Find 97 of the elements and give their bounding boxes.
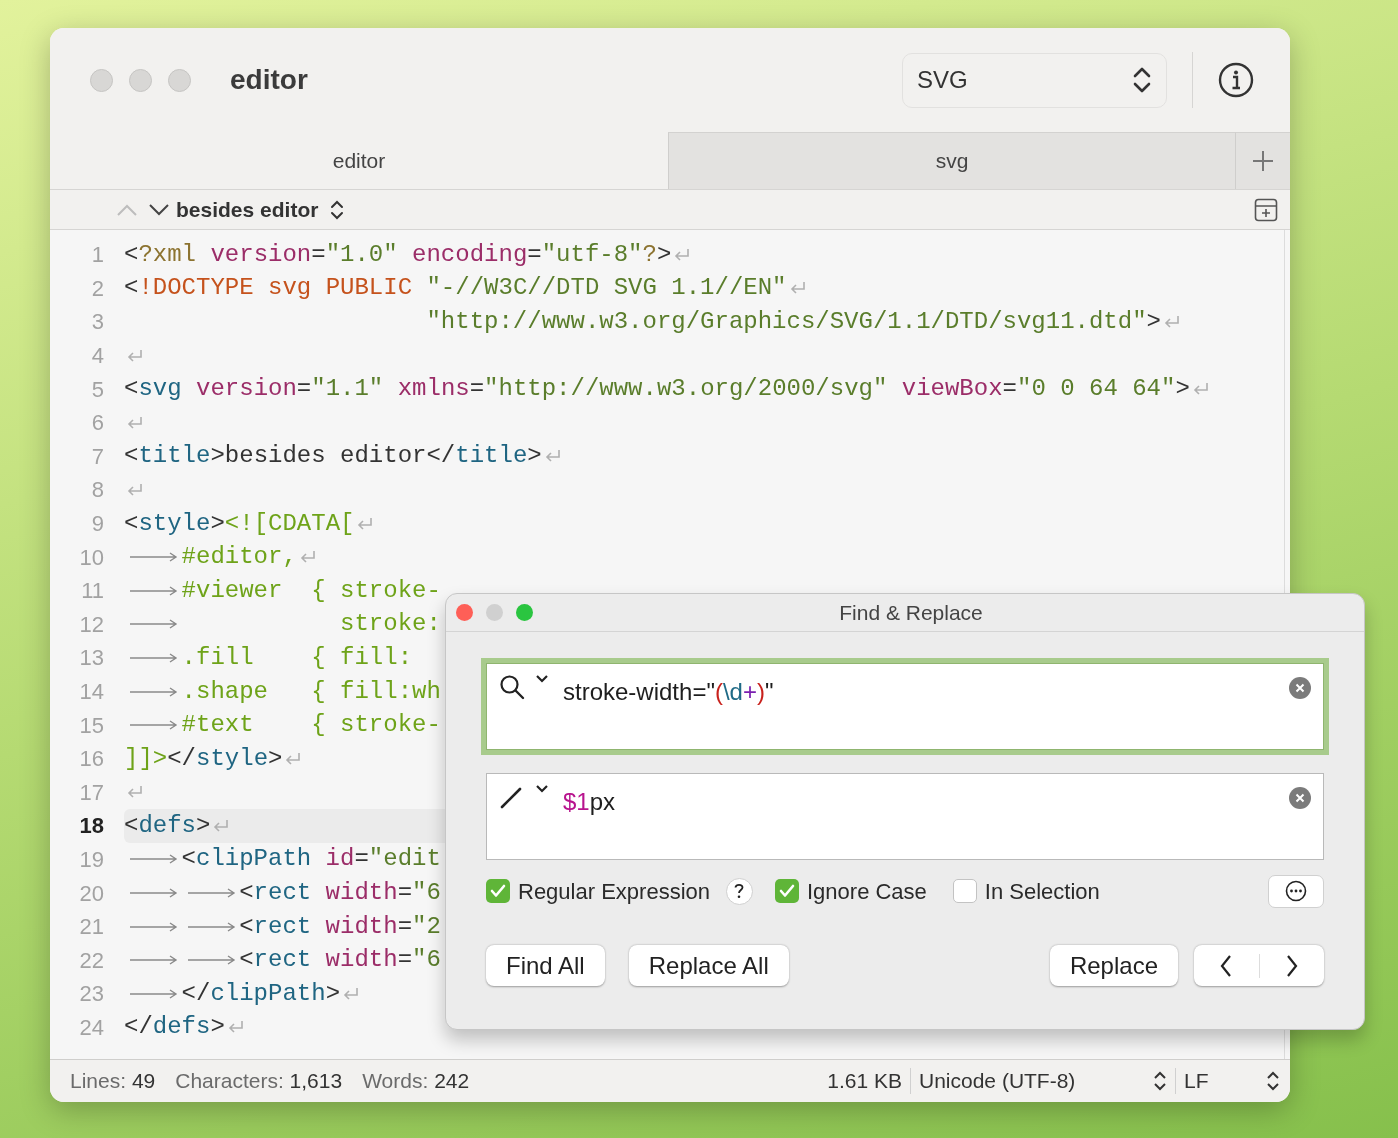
- line-number: 1: [90, 241, 104, 270]
- checkbox-label: In Selection: [984, 877, 1100, 906]
- line-number: 23: [78, 980, 104, 1009]
- dialog-title: Find & Replace: [838, 599, 984, 626]
- field-value: stroke-width="(\d+)": [563, 677, 774, 707]
- code-text: #editor,: [181, 542, 297, 573]
- line-number: 19: [78, 846, 104, 874]
- code-text: <rect width="6: [239, 878, 441, 909]
- code-text: "http://www.w3.org/Graphics/SVG/1.1/DTD/svg11.dtd">: [425, 307, 1161, 337]
- code-text: </defs>: [124, 1012, 225, 1043]
- chevron-down-icon[interactable]: [535, 784, 549, 794]
- tab[interactable]: svg: [668, 132, 1235, 189]
- code-text: #text { stroke-: [181, 710, 441, 741]
- ellipsis-icon: [1285, 880, 1307, 902]
- code-text: <rect width="2: [239, 911, 441, 942]
- tab[interactable]: editor: [50, 132, 668, 189]
- up-down-icon: [1132, 65, 1152, 95]
- line-number: 15: [78, 711, 104, 740]
- dialog-button[interactable]: Find All: [486, 945, 605, 986]
- window-title: editor: [230, 63, 308, 97]
- code-text: <defs>: [124, 810, 211, 841]
- line-number: 7: [90, 442, 104, 471]
- line-number: 17: [78, 778, 104, 807]
- line-number: 20: [78, 879, 104, 908]
- line-number: 13: [78, 644, 104, 673]
- checkbox[interactable]: [952, 879, 977, 903]
- line-number: 11: [80, 577, 104, 606]
- status-item: Characters: 1,613: [175, 1068, 343, 1095]
- info-icon[interactable]: [1218, 62, 1254, 98]
- line-number: 21: [78, 913, 104, 942]
- close-button[interactable]: [456, 604, 473, 621]
- checkmark-icon: [779, 884, 795, 898]
- return-icon: [125, 481, 145, 498]
- line-number: 14: [78, 678, 104, 706]
- replace-field[interactable]: $1px: [486, 773, 1324, 860]
- dialog-button[interactable]: Replace All: [628, 945, 789, 986]
- code-text: .shape { fill:wh: [181, 676, 441, 707]
- line-ending-dropdown[interactable]: LF: [1184, 1065, 1280, 1097]
- question-mark-icon: [734, 883, 745, 899]
- checkbox[interactable]: [775, 879, 799, 903]
- code-text: <!DOCTYPE svg PUBLIC "-//W3C//DTD SVG 1.1//EN": [124, 273, 787, 304]
- up-down-icon: [1266, 1071, 1280, 1091]
- code-text: <rect width="6: [239, 945, 441, 976]
- code-text: <clipPath id="edit: [181, 844, 441, 875]
- checkmark-icon: [490, 884, 506, 898]
- up-down-icon: [330, 199, 345, 220]
- search-icon[interactable]: [499, 674, 525, 700]
- checkbox-label: Regular Expression: [518, 877, 710, 906]
- line-number: 10: [78, 543, 104, 572]
- line-number: 5: [90, 375, 104, 404]
- clear-button[interactable]: [1289, 677, 1311, 699]
- chevron-down-icon[interactable]: [535, 674, 549, 684]
- dialog-button[interactable]: Replace: [1049, 945, 1178, 986]
- close-icon: [1295, 793, 1305, 803]
- line-number: 12: [78, 610, 104, 639]
- return-icon: [1162, 314, 1182, 330]
- code-text: stroke:: [339, 609, 441, 640]
- line-number: 4: [90, 342, 104, 371]
- chevron-right-icon: [1284, 953, 1299, 978]
- help-button[interactable]: [726, 877, 753, 905]
- code-text: <title>besides editor</title>: [124, 441, 542, 472]
- status-item: Words: 242: [362, 1068, 470, 1095]
- chevron-down-icon[interactable]: [148, 202, 170, 217]
- clear-button[interactable]: [1289, 787, 1311, 809]
- line-number: 24: [78, 1013, 104, 1042]
- encoding-dropdown[interactable]: Unicode (UTF-8): [919, 1065, 1167, 1097]
- plus-icon: [1251, 149, 1275, 173]
- checkbox-label: Ignore Case: [807, 877, 927, 906]
- code-text: <style><![CDATA[: [124, 508, 355, 539]
- add-tab-button[interactable]: [1235, 132, 1290, 189]
- field-value: $1px: [563, 787, 616, 817]
- return-icon: [125, 414, 145, 431]
- chevron-left-icon: [1219, 953, 1234, 978]
- file-size: 1.61 KB: [827, 1068, 902, 1095]
- line-number: 9: [90, 510, 104, 539]
- code-text: </clipPath>: [181, 978, 341, 1009]
- line-number: 22: [78, 946, 104, 975]
- navigator-title[interactable]: besides editor: [176, 193, 319, 226]
- line-number: 18: [78, 812, 104, 841]
- up-down-icon: [1153, 1071, 1167, 1091]
- line-number: 3: [90, 308, 104, 337]
- line-number: 8: [90, 476, 104, 505]
- status-item: Lines: 49: [70, 1068, 156, 1095]
- split-view-icon[interactable]: [1254, 197, 1278, 222]
- syntax-dropdown[interactable]: SVG: [902, 52, 1167, 108]
- code-text: <?xml version="1.0" encoding="utf-8"?>: [124, 239, 672, 270]
- return-icon: [125, 347, 145, 364]
- code-text: <svg version="1.1" xmlns="http://www.w3.org/2000/svg" viewBox="0 0 64 64">: [124, 374, 1190, 405]
- code-text: .fill { fill:: [181, 642, 413, 673]
- more-options-button[interactable]: [1268, 874, 1324, 908]
- checkbox[interactable]: [486, 879, 510, 903]
- line-number: 2: [90, 274, 104, 303]
- line-number: 16: [78, 745, 104, 774]
- code-text: ]]></style>: [124, 743, 283, 774]
- code-text: #viewer { stroke-: [181, 575, 441, 606]
- line-number: 6: [90, 409, 104, 438]
- close-icon: [1295, 683, 1305, 693]
